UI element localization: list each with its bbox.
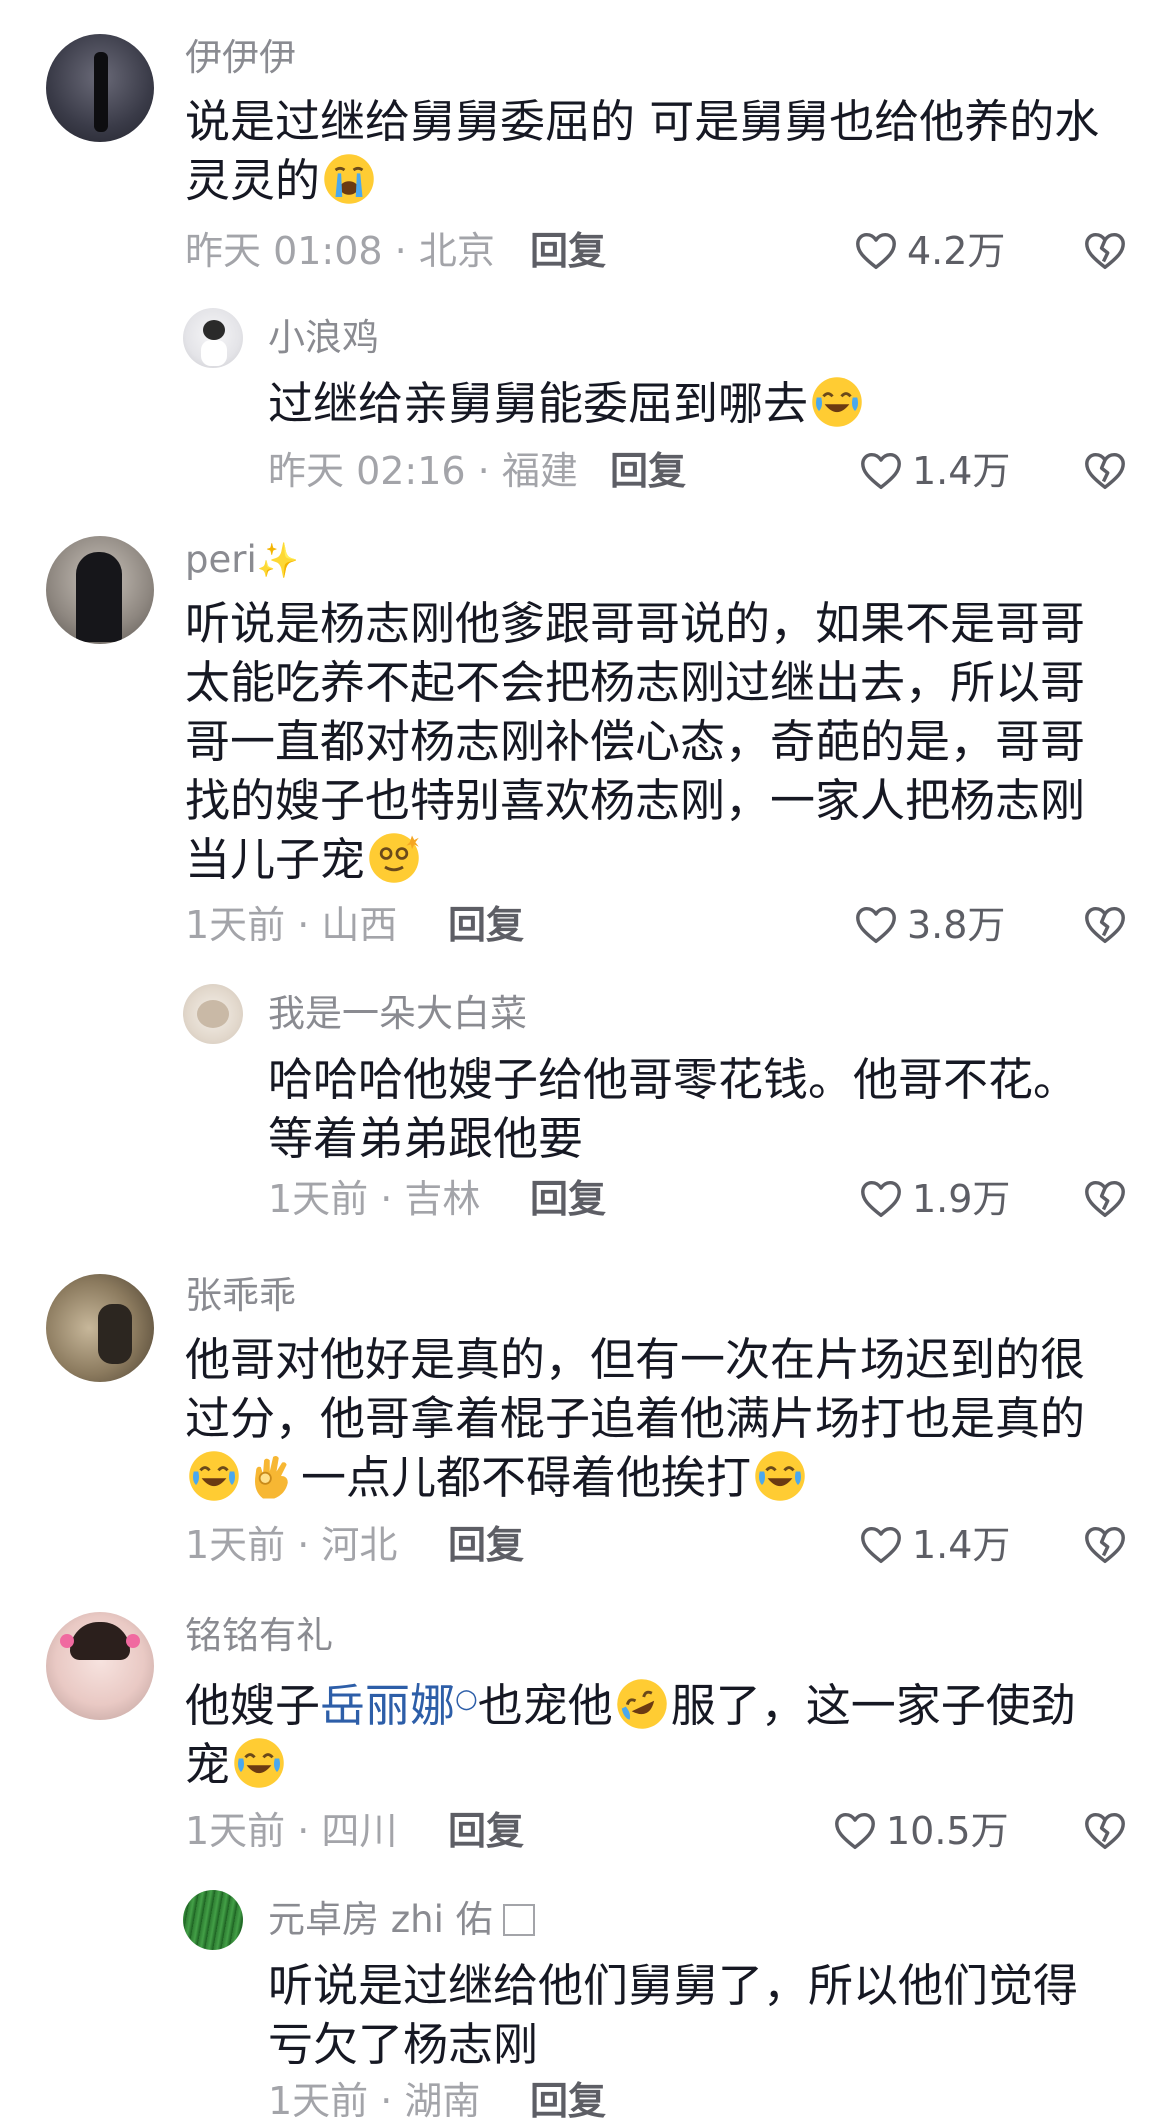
like-count: 10.5万 bbox=[886, 1809, 1009, 1853]
comment-text: 听说是过继给他们舅舅了，所以他们觉得亏欠了杨志刚 bbox=[268, 1959, 1079, 2071]
avatar[interactable] bbox=[183, 308, 243, 368]
mention-link[interactable]: 岳丽娜 bbox=[320, 1679, 455, 1732]
heart-icon bbox=[858, 1522, 904, 1568]
dislike-icon[interactable] bbox=[1082, 228, 1128, 274]
sparkles-icon: ✨ bbox=[256, 541, 300, 581]
like-button[interactable]: 10.5万 bbox=[832, 1808, 1009, 1854]
comment-text: 说是过继给舅舅委屈的 可是舅舅也给他养的水灵灵的 bbox=[185, 95, 1100, 207]
dislike-icon[interactable] bbox=[1082, 448, 1128, 494]
avatar[interactable] bbox=[183, 984, 243, 1044]
comment-text: 哈哈哈他嫂子给他哥零花钱。他哥不花。等着弟弟跟他要 bbox=[268, 1053, 1079, 1165]
reply-button[interactable]: 回复 bbox=[530, 2078, 606, 2124]
dislike-icon[interactable] bbox=[1082, 1522, 1128, 1568]
dislike-icon[interactable] bbox=[1082, 1808, 1128, 1854]
comment-text: 过继给亲舅舅能委屈到哪去 bbox=[268, 374, 1168, 433]
avatar[interactable] bbox=[46, 34, 154, 142]
comment-timestamp: 1天前 · 四川 bbox=[185, 1809, 398, 1853]
tears-of-joy-emoji-icon bbox=[232, 1736, 286, 1790]
tears-of-joy-emoji-icon bbox=[187, 1449, 241, 1503]
comment-username[interactable]: peri✨ bbox=[185, 538, 299, 583]
dizzy-face-emoji-icon bbox=[367, 831, 421, 885]
reply-button[interactable]: 回复 bbox=[448, 902, 524, 948]
comment-text: 他嫂子岳丽娜○也宠他 服了，这一家子使劲宠 bbox=[185, 1670, 1105, 1794]
heart-icon bbox=[858, 1176, 904, 1222]
loudly-crying-emoji-icon bbox=[322, 152, 376, 206]
like-button[interactable]: 1.4万 bbox=[858, 1522, 1010, 1568]
heart-icon bbox=[832, 1808, 878, 1854]
like-button[interactable]: 3.8万 bbox=[853, 902, 1005, 948]
like-button[interactable]: 4.2万 bbox=[853, 228, 1005, 274]
comment-username[interactable]: 小浪鸡 bbox=[268, 316, 379, 360]
like-count: 1.4万 bbox=[912, 449, 1011, 493]
comment-timestamp: 1天前 · 湖南 bbox=[268, 2079, 481, 2123]
tears-of-joy-emoji-icon bbox=[753, 1449, 807, 1503]
like-count: 3.8万 bbox=[907, 903, 1006, 947]
rolling-laughing-emoji-icon bbox=[615, 1677, 669, 1731]
like-count: 1.4万 bbox=[912, 1523, 1011, 1567]
comment-timestamp: 1天前 · 吉林 bbox=[268, 1177, 481, 1221]
avatar[interactable] bbox=[183, 1890, 243, 1950]
comment-timestamp: 1天前 · 山西 bbox=[185, 903, 398, 947]
comment-timestamp: 昨天 02:16 · 福建 bbox=[268, 449, 578, 493]
ok-hand-emoji-icon bbox=[245, 1449, 299, 1503]
like-button[interactable]: 1.9万 bbox=[858, 1176, 1010, 1222]
avatar[interactable] bbox=[46, 536, 154, 644]
reply-button[interactable]: 回复 bbox=[448, 1522, 524, 1568]
dislike-icon[interactable] bbox=[1082, 902, 1128, 948]
comment-text: 他哥对他好是真的，但有一次在片场迟到的很过分，他哥拿着棍子追着他满片场打也是真的… bbox=[185, 1333, 1086, 1504]
comment-username[interactable]: 铭铭有礼 bbox=[185, 1614, 333, 1658]
comment-username[interactable]: 张乖乖 bbox=[185, 1274, 296, 1318]
reply-button[interactable]: 回复 bbox=[448, 1808, 524, 1854]
comment-text: 听说是杨志刚他爹跟哥哥说的，如果不是哥哥太能吃养不起不会把杨志刚过继出去，所以哥… bbox=[185, 597, 1086, 886]
like-count: 1.9万 bbox=[912, 1177, 1011, 1221]
reply-button[interactable]: 回复 bbox=[530, 1176, 606, 1222]
like-button[interactable]: 1.4万 bbox=[858, 448, 1010, 494]
comment-list: 伊伊伊 说是过继给舅舅委屈的 可是舅舅也给他养的水灵灵的 昨天 01:08 · … bbox=[0, 0, 1170, 2127]
like-count: 4.2万 bbox=[907, 229, 1006, 273]
heart-icon bbox=[853, 228, 899, 274]
heart-icon bbox=[853, 902, 899, 948]
tears-of-joy-emoji-icon bbox=[810, 375, 864, 429]
comment-username[interactable]: 我是一朵大白菜 bbox=[268, 992, 527, 1036]
comment-username[interactable]: 元卓房 zhi 佑 bbox=[268, 1898, 535, 1942]
dislike-icon[interactable] bbox=[1082, 1176, 1128, 1222]
search-icon: ○ bbox=[455, 1684, 478, 1714]
comment-timestamp: 1天前 · 河北 bbox=[185, 1523, 398, 1567]
comment-username[interactable]: 伊伊伊 bbox=[185, 36, 296, 80]
comment-timestamp: 昨天 01:08 · 北京 bbox=[185, 229, 495, 273]
avatar[interactable] bbox=[46, 1612, 154, 1720]
heart-icon bbox=[858, 448, 904, 494]
badge-icon bbox=[502, 1904, 535, 1936]
reply-button[interactable]: 回复 bbox=[610, 448, 686, 494]
reply-button[interactable]: 回复 bbox=[530, 228, 606, 274]
avatar[interactable] bbox=[46, 1274, 154, 1382]
